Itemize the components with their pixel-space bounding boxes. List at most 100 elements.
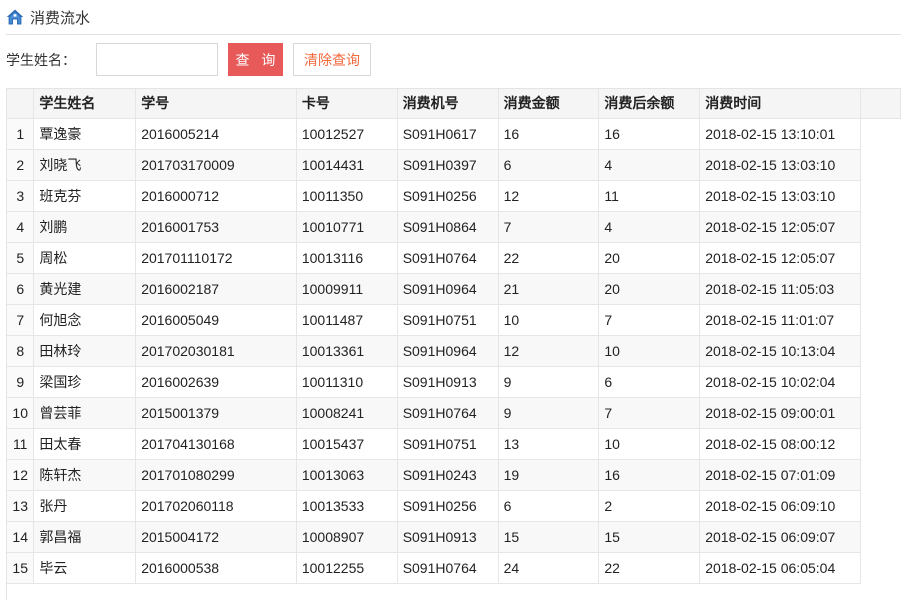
cell-student-name: 曾芸菲 xyxy=(33,397,137,429)
table-row[interactable]: 15 毕云 2016000538 10012255 S091H0764 24 22 2018-… xyxy=(7,552,901,584)
query-button[interactable]: 查 询 xyxy=(228,43,283,76)
page-header: 消费流水 xyxy=(6,0,901,35)
page-title: 消费流水 xyxy=(30,9,91,27)
cell-machine-number: S091H0764 xyxy=(397,552,499,584)
student-name-label: 学生姓名： xyxy=(6,51,76,68)
home-icon[interactable] xyxy=(6,8,24,26)
cell-balance: 2 xyxy=(598,490,701,522)
cell-machine-number: S091H0964 xyxy=(397,273,499,305)
cell-balance: 16 xyxy=(598,118,701,150)
cell-filler xyxy=(860,428,901,459)
column-header-machine-number[interactable]: 消费机号 xyxy=(397,89,499,119)
column-header-student-id[interactable]: 学号 xyxy=(135,89,297,119)
cell-machine-number: S091H0913 xyxy=(397,366,499,398)
cell-balance: 22 xyxy=(598,552,701,584)
cell-amount: 24 xyxy=(498,552,600,584)
cell-student-id: 2016002187 xyxy=(135,273,297,305)
cell-card-number: 10011350 xyxy=(296,180,398,212)
cell-time: 2018-02-15 13:10:01 xyxy=(699,118,862,150)
cell-machine-number: S091H0397 xyxy=(397,149,499,181)
row-number: 4 xyxy=(7,211,35,243)
column-header-amount[interactable]: 消费金额 xyxy=(498,89,600,119)
cell-student-id: 201701110172 xyxy=(135,242,297,274)
cell-student-id: 201703170009 xyxy=(135,149,297,181)
cell-card-number: 10013116 xyxy=(296,242,398,274)
cell-machine-number: S091H0764 xyxy=(397,242,499,274)
row-number: 11 xyxy=(7,428,35,460)
cell-student-name: 黄光建 xyxy=(33,273,137,305)
cell-student-name: 张丹 xyxy=(33,490,137,522)
cell-student-id: 2015001379 xyxy=(135,397,297,429)
cell-filler xyxy=(860,242,901,273)
cell-balance: 11 xyxy=(598,180,701,212)
cell-time: 2018-02-15 06:09:07 xyxy=(699,521,862,553)
clear-query-button[interactable]: 清除查询 xyxy=(293,43,371,76)
table-row[interactable]: 14 郭昌福 2015004172 10008907 S091H0913 15 15 2018… xyxy=(7,521,901,553)
cell-balance: 6 xyxy=(598,366,701,398)
cell-machine-number: S091H0256 xyxy=(397,490,499,522)
row-number: 1 xyxy=(7,118,35,150)
cell-amount: 21 xyxy=(498,273,600,305)
cell-student-id: 2016000712 xyxy=(135,180,297,212)
cell-time: 2018-02-15 12:05:07 xyxy=(699,242,862,274)
column-header-time[interactable]: 消费时间 xyxy=(699,89,862,119)
cell-amount: 15 xyxy=(498,521,600,553)
table-row[interactable]: 9 梁国珍 2016002639 10011310 S091H0913 9 6 2018-02… xyxy=(7,366,901,398)
rownum-header xyxy=(7,89,35,119)
table-row[interactable]: 7 何旭念 2016005049 10011487 S091H0751 10 7 2018-0… xyxy=(7,304,901,336)
table-row[interactable]: 3 班克芬 2016000712 10011350 S091H0256 12 11 2018-… xyxy=(7,180,901,212)
cell-student-name: 田太春 xyxy=(33,428,137,460)
cell-filler xyxy=(860,366,901,397)
cell-card-number: 10014431 xyxy=(296,149,398,181)
table-header-row: 学生姓名 学号 卡号 消费机号 消费金额 消费后余额 消费时间 xyxy=(7,89,901,119)
row-number: 12 xyxy=(7,459,35,491)
cell-filler xyxy=(860,335,901,366)
cell-card-number: 10015437 xyxy=(296,428,398,460)
cell-student-name: 陈轩杰 xyxy=(33,459,137,491)
cell-card-number: 10013063 xyxy=(296,459,398,491)
column-header-card-number[interactable]: 卡号 xyxy=(296,89,398,119)
row-number: 8 xyxy=(7,335,35,367)
cell-student-name: 周松 xyxy=(33,242,137,274)
cell-card-number: 10010771 xyxy=(296,211,398,243)
table-row[interactable]: 5 周松 201701110172 10013116 S091H0764 22 20 2018… xyxy=(7,242,901,274)
cell-machine-number: S091H0913 xyxy=(397,521,499,553)
cell-student-name: 毕云 xyxy=(33,552,137,584)
table-row[interactable]: 6 黄光建 2016002187 10009911 S091H0964 21 20 2018-… xyxy=(7,273,901,305)
table-row[interactable]: 1 覃逸豪 2016005214 10012527 S091H0617 16 16 2018-… xyxy=(7,118,901,150)
table-row[interactable]: 13 张丹 201702060118 10013533 S091H0256 6 2 2018-… xyxy=(7,490,901,522)
cell-balance: 15 xyxy=(598,521,701,553)
cell-card-number: 10012255 xyxy=(296,552,398,584)
cell-student-id: 2016005214 xyxy=(135,118,297,150)
cell-filler xyxy=(860,211,901,242)
table-row[interactable]: 8 田林玲 201702030181 10013361 S091H0964 12 10 201… xyxy=(7,335,901,367)
cell-time: 2018-02-15 09:00:01 xyxy=(699,397,862,429)
table-row[interactable]: 12 陈轩杰 201701080299 10013063 S091H0243 19 16 20… xyxy=(7,459,901,491)
cell-balance: 16 xyxy=(598,459,701,491)
consumption-table-container: 学生姓名 学号 卡号 消费机号 消费金额 消费后余额 消费时间 1 覃逸豪 2016… xyxy=(6,88,901,600)
cell-student-name: 梁国珍 xyxy=(33,366,137,398)
cell-machine-number: S091H0964 xyxy=(397,335,499,367)
cell-amount: 9 xyxy=(498,366,600,398)
cell-balance: 4 xyxy=(598,149,701,181)
cell-filler xyxy=(860,459,901,490)
table-row[interactable]: 11 田太春 201704130168 10015437 S091H0751 13 10 20… xyxy=(7,428,901,460)
table-row[interactable]: 10 曾芸菲 2015001379 10008241 S091H0764 9 7 2018-0… xyxy=(7,397,901,429)
cell-filler xyxy=(860,149,901,180)
cell-student-id: 201702030181 xyxy=(135,335,297,367)
row-number: 7 xyxy=(7,304,35,336)
cell-amount: 10 xyxy=(498,304,600,336)
column-header-balance[interactable]: 消费后余额 xyxy=(598,89,701,119)
column-header-student-name[interactable]: 学生姓名 xyxy=(33,89,137,119)
cell-filler xyxy=(860,490,901,521)
cell-student-id: 201702060118 xyxy=(135,490,297,522)
cell-machine-number: S091H0764 xyxy=(397,397,499,429)
cell-amount: 13 xyxy=(498,428,600,460)
cell-amount: 19 xyxy=(498,459,600,491)
table-row[interactable]: 2 刘晓飞 201703170009 10014431 S091H0397 6 4 2018-… xyxy=(7,149,901,181)
cell-balance: 7 xyxy=(598,304,701,336)
table-row[interactable]: 4 刘鹏 2016001753 10010771 S091H0864 7 4 2018-02-… xyxy=(7,211,901,243)
consumption-table: 学生姓名 学号 卡号 消费机号 消费金额 消费后余额 消费时间 1 覃逸豪 2016… xyxy=(7,89,901,584)
student-name-input[interactable] xyxy=(96,43,218,76)
cell-card-number: 10009911 xyxy=(296,273,398,305)
